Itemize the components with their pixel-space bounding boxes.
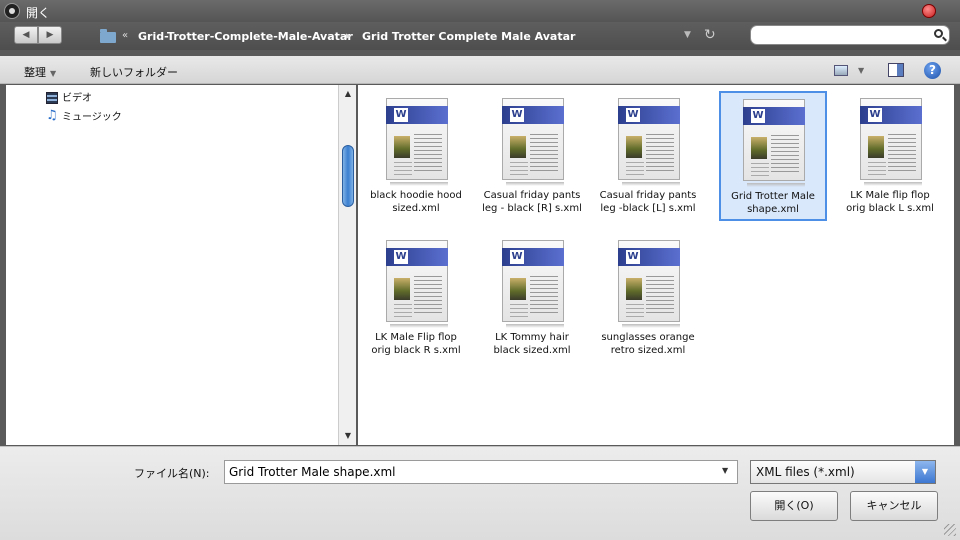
breadcrumb-separator[interactable]: ▶ <box>346 32 351 40</box>
forward-button[interactable]: ▶ <box>38 26 62 44</box>
file-item[interactable]: W Casual friday pants leg -black [L] s.xm… <box>594 91 702 221</box>
window-title: 開く <box>26 6 51 20</box>
file-item[interactable]: W LK Male flip flop orig black L s.xml <box>836 91 944 221</box>
xml-document-icon: W <box>854 98 926 188</box>
organize-button[interactable]: 整理 ▼ <box>24 64 56 80</box>
new-folder-button[interactable]: 新しいフォルダー <box>90 64 178 80</box>
xml-document-icon: W <box>737 99 809 189</box>
title-bar: 開く <box>0 0 960 22</box>
sidebar-scrollbar[interactable]: ▲ ▼ <box>338 85 356 445</box>
navigation-pane: ビデオ ミュージック <box>6 85 338 445</box>
file-name: LK Male flip flop orig black L s.xml <box>846 190 934 214</box>
breadcrumb-item[interactable]: Grid Trotter Complete Male Avatar <box>362 30 575 43</box>
file-item[interactable]: W LK Tommy hair black sized.xml <box>478 233 586 363</box>
xml-document-icon: W <box>496 240 568 330</box>
file-name: sunglasses orange retro sized.xml <box>601 332 695 356</box>
close-button[interactable] <box>922 4 936 18</box>
file-name: LK Tommy hair black sized.xml <box>493 332 571 356</box>
app-icon <box>4 3 20 19</box>
bottom-panel: ファイル名(N): ▼ XML files (*.xml) ▼ 開く(O) キャ… <box>0 446 960 540</box>
xml-document-icon: W <box>380 240 452 330</box>
organize-label: 整理 <box>24 66 46 79</box>
file-item[interactable]: Wblack hoodie hood sized.xml <box>362 91 470 221</box>
xml-document-icon: W <box>612 98 684 188</box>
xml-document-icon: W <box>380 98 452 188</box>
scroll-up-icon[interactable]: ▲ <box>341 87 355 101</box>
folder-icon <box>100 29 116 43</box>
filename-label: ファイル名(N): <box>134 467 210 480</box>
file-name: Grid Trotter Male shape.xml <box>731 191 815 215</box>
filename-input[interactable] <box>224 460 738 484</box>
file-item[interactable]: Wsunglasses orange retro sized.xml <box>594 233 702 363</box>
file-type-value: XML files (*.xml) <box>756 465 855 479</box>
sidebar-item-label: ミュージック <box>62 112 122 123</box>
file-item[interactable]: W LK Male Flip flop orig black R s.xml <box>362 233 470 363</box>
back-button[interactable]: ◀ <box>14 26 38 44</box>
file-item[interactable]: W Casual friday pants leg - black [R] s.x… <box>478 91 586 221</box>
sidebar-item-music[interactable]: ミュージック <box>46 108 122 124</box>
cancel-button[interactable]: キャンセル <box>850 491 938 521</box>
file-name: black hoodie hood sized.xml <box>370 190 462 214</box>
xml-document-icon: W <box>612 240 684 330</box>
chevron-down-icon[interactable]: ▼ <box>915 461 935 483</box>
open-button[interactable]: 開く(O) <box>750 491 838 521</box>
search-input[interactable] <box>750 25 950 45</box>
preview-pane-icon[interactable] <box>888 63 904 77</box>
file-type-select[interactable]: XML files (*.xml) ▼ <box>750 460 936 484</box>
refresh-icon[interactable]: ↻ <box>704 27 716 43</box>
scroll-down-icon[interactable]: ▼ <box>341 429 355 443</box>
command-bar: 整理 ▼ 新しいフォルダー ▼ ? <box>0 56 960 84</box>
breadcrumb-overflow[interactable]: « <box>122 30 128 41</box>
file-name: Casual friday pants leg - black [R] s.xm… <box>482 190 582 214</box>
chevron-down-icon: ▼ <box>50 69 57 78</box>
chevron-down-icon[interactable]: ▼ <box>722 466 728 475</box>
xml-document-icon: W <box>496 98 568 188</box>
file-item[interactable]: W Grid Trotter Male shape.xml <box>719 91 827 221</box>
file-name: LK Male Flip flop orig black R s.xml <box>371 332 461 356</box>
sidebar-item-label: ビデオ <box>62 93 92 104</box>
file-name: Casual friday pants leg -black [L] s.xml <box>599 190 697 214</box>
file-list: Wblack hoodie hood sized.xml W Casual frid… <box>358 85 954 445</box>
address-dropdown-icon[interactable]: ▼ <box>684 30 691 40</box>
music-icon <box>46 108 58 123</box>
chevron-down-icon[interactable]: ▼ <box>858 66 864 75</box>
search-icon[interactable] <box>934 29 943 38</box>
help-icon[interactable]: ? <box>924 62 941 79</box>
scrollbar-thumb[interactable] <box>342 145 354 207</box>
sidebar-item-video[interactable]: ビデオ <box>46 89 92 105</box>
resize-grip-icon[interactable] <box>944 524 956 536</box>
video-icon <box>46 92 58 104</box>
breadcrumb-item[interactable]: Grid-Trotter-Complete-Male-Avatar <box>138 30 353 43</box>
change-view-icon[interactable] <box>834 65 848 76</box>
